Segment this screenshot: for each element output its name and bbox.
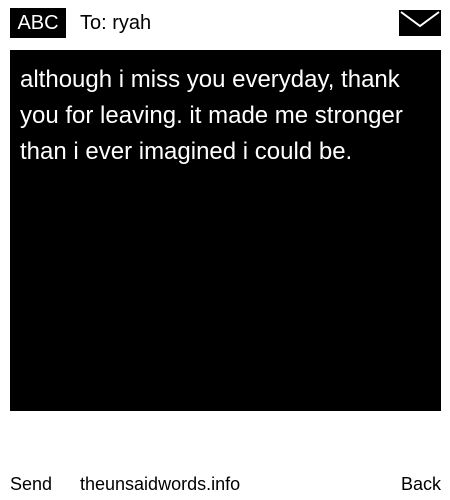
site-label: theunsaidwords.info — [80, 474, 241, 494]
softkey-bar: Send theunsaidwords.info Back — [0, 470, 450, 500]
message-header: ABC To: ryah — [0, 0, 450, 48]
envelope-icon[interactable] — [399, 10, 441, 36]
send-button[interactable]: Send — [10, 470, 52, 498]
message-body[interactable]: although i miss you everyday, thank you … — [10, 50, 441, 411]
back-button[interactable]: Back — [401, 470, 441, 498]
envelope-graphic — [399, 10, 441, 36]
recipient-field[interactable]: To: ryah — [80, 8, 151, 38]
input-mode-badge: ABC — [10, 8, 66, 38]
